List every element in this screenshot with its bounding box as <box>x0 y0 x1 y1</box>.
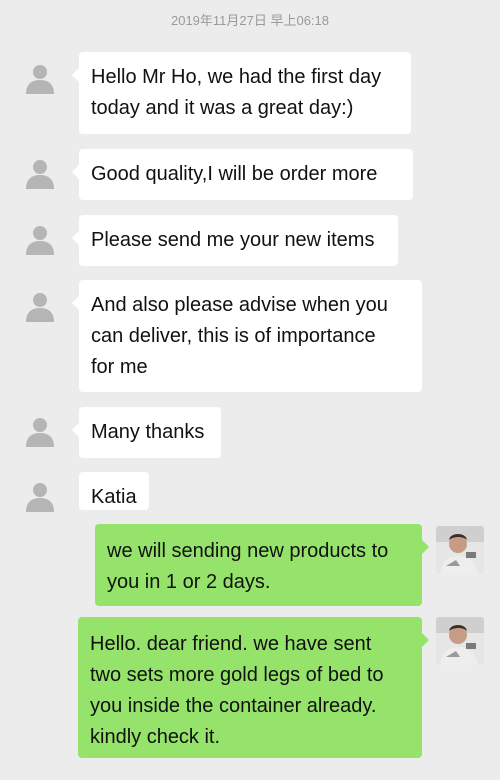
message-timestamp: 2019年11月27日 早上06:18 <box>170 13 330 28</box>
message-text-line: kindly check it. <box>90 726 221 748</box>
incoming-message-bubble[interactable]: Please send me your new items <box>72 215 398 266</box>
message-text-line: today and it was a great day:) <box>91 97 354 119</box>
default-avatar-icon[interactable] <box>24 223 56 255</box>
default-avatar-icon[interactable] <box>24 290 56 322</box>
incoming-message-bubble[interactable]: Hello Mr Ho, we had the first day today … <box>72 52 411 134</box>
message-text-line: Many thanks <box>91 421 205 443</box>
default-avatar-icon[interactable] <box>24 415 56 447</box>
outgoing-message-bubble[interactable]: we will sending new products to you in 1… <box>95 524 429 606</box>
default-avatar-icon[interactable] <box>24 157 56 189</box>
message-text-line: Katia <box>91 486 137 508</box>
message-text-line: two sets more gold legs of bed to <box>90 664 384 686</box>
message-text-line: Please send me your new items <box>91 229 375 251</box>
outgoing-message-bubble[interactable]: Hello. dear friend. we have sent two set… <box>78 617 429 758</box>
default-avatar-icon[interactable] <box>24 62 56 94</box>
message-text-line: Hello. dear friend. we have sent <box>90 633 372 655</box>
message-text-line: can deliver, this is of importance <box>91 325 376 347</box>
message-text-line: we will sending new products to <box>107 540 389 562</box>
message-text-line: you inside the container already. <box>90 695 377 717</box>
message-text-line: for me <box>91 356 148 378</box>
user-photo-avatar[interactable] <box>436 617 484 665</box>
message-text-line: you in 1 or 2 days. <box>107 571 271 593</box>
incoming-message-bubble[interactable]: Many thanks <box>72 407 221 458</box>
message-text-line: Good quality,I will be order more <box>91 163 378 185</box>
incoming-message-bubble[interactable]: Good quality,I will be order more <box>72 149 413 200</box>
message-text-line: Hello Mr Ho, we had the first day <box>91 66 382 88</box>
incoming-message-bubble[interactable]: Katia <box>79 472 149 510</box>
incoming-message-bubble[interactable]: And also please advise when you can deli… <box>72 280 422 392</box>
user-photo-avatar[interactable] <box>436 526 484 574</box>
message-text-line: And also please advise when you <box>91 294 388 316</box>
default-avatar-icon[interactable] <box>24 480 56 512</box>
